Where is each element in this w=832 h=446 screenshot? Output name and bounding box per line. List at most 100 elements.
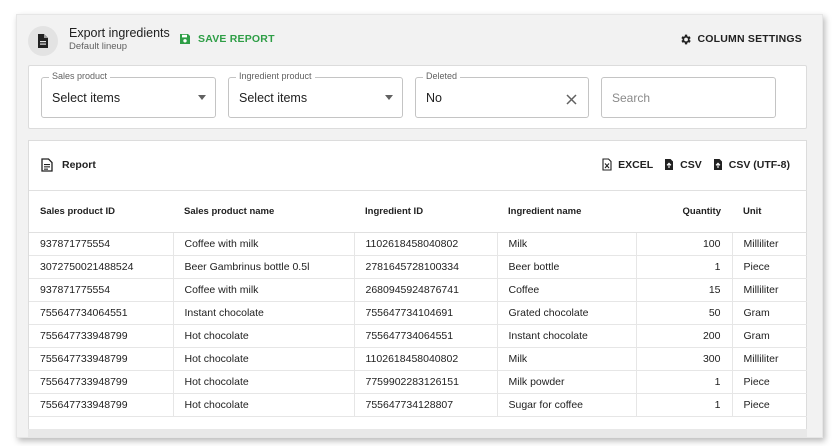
excel-file-icon [602,158,612,171]
table-cell: 755647734064551 [29,301,174,325]
table-cell: 2781645728100334 [354,255,498,279]
report-title: Report [62,159,96,171]
table-cell: Milliliter [732,347,807,371]
table-row: 755647733948799 Hot chocolate 7556477340… [29,324,807,348]
table-cell: 15 [636,278,733,302]
report-heading: Report [41,158,96,172]
table-cell: Instant chocolate [173,301,355,325]
filter-bar: Sales product Select items Ingredient pr… [28,65,807,129]
table-cell: 755647734128807 [354,393,498,417]
table-row: 937871775554 Coffee with milk 1102618458… [29,232,807,256]
table-cell: Piece [732,393,807,417]
table-cell: Milliliter [732,278,807,302]
column-settings-button[interactable]: COLUMN SETTINGS [679,31,803,47]
table-row: 755647733948799 Hot chocolate 7556477341… [29,393,807,417]
page-subtitle: Default lineup [69,41,128,52]
file-export-icon [665,159,674,170]
deleted-select[interactable]: Deleted No [415,71,589,118]
table-cell: Hot chocolate [173,324,355,348]
sales-product-select[interactable]: Sales product Select items [41,71,216,118]
table-row: 937871775554 Coffee with milk 2680945924… [29,278,807,302]
table-cell: 755647733948799 [29,347,174,371]
table-cell: Gram [732,301,807,325]
table-cell: Beer bottle [497,255,637,279]
dropdown-arrow-icon [198,95,206,100]
column-header[interactable]: Ingredient ID [354,190,497,233]
document-icon [28,26,58,56]
page-header: Export ingredients Default lineup SAVE R… [17,15,822,65]
column-header[interactable]: Ingredient name [497,190,636,233]
table-cell: 1102618458040802 [354,232,498,256]
page-title: Export ingredients [69,26,170,40]
table-cell: 7759902283126151 [354,370,498,394]
csv-label: CSV [680,158,702,171]
table-cell: Hot chocolate [173,370,355,394]
table-row: 755647733948799 Hot chocolate 1102618458… [29,347,807,371]
table-cell: Piece [732,370,807,394]
column-header[interactable]: Quantity [636,190,732,233]
deleted-value: No [426,91,442,105]
table-cell: 1 [636,255,733,279]
save-report-button[interactable]: SAVE REPORT [179,31,275,47]
csv-utf8-label: CSV (UTF-8) [728,158,790,171]
ingredient-product-label: Ingredient product [236,71,315,81]
dropdown-arrow-icon [385,95,393,100]
export-excel-button[interactable]: EXCEL [602,158,653,171]
table-cell: Hot chocolate [173,393,355,417]
table-cell: Coffee [497,278,637,302]
table-cell: Hot chocolate [173,347,355,371]
table-cell: 755647734104691 [354,301,498,325]
column-header[interactable]: Sales product name [173,190,354,233]
column-header[interactable]: Unit [732,190,807,233]
table-cell: Sugar for coffee [497,393,637,417]
sales-product-label: Sales product [49,71,111,81]
file-export-icon [713,159,722,170]
search-input[interactable] [612,89,762,107]
table-cell: 2680945924876741 [354,278,498,302]
export-csv-utf8-button[interactable]: CSV (UTF-8) [713,158,790,171]
table-cell: Milk [497,347,637,371]
table-cell: 937871775554 [29,232,174,256]
table-cell: 1 [636,393,733,417]
column-header[interactable]: Sales product ID [29,190,173,233]
table-cell: 3072750021488524 [29,255,174,279]
table-cell: 50 [636,301,733,325]
table-cell: 937871775554 [29,278,174,302]
table-cell: 100 [636,232,733,256]
sales-product-value: Select items [52,91,121,105]
report-icon [41,158,53,172]
excel-label: EXCEL [618,158,654,171]
ingredient-product-select[interactable]: Ingredient product Select items [228,71,403,118]
save-report-label: SAVE REPORT [198,33,275,45]
table-row: 755647734064551 Instant chocolate 755647… [29,301,807,325]
export-csv-button[interactable]: CSV [664,158,702,171]
column-settings-label: COLUMN SETTINGS [697,33,802,45]
report-card: Report EXCEL CSV CSV (UTF-8) Sales produ… [28,140,807,437]
table-cell: 200 [636,324,733,348]
horizontal-scrollbar[interactable] [28,429,807,437]
table-cell: Milliliter [732,232,807,256]
table-cell: Milk [497,232,637,256]
table-cell: Instant chocolate [497,324,637,348]
save-icon [180,34,190,44]
table-cell: Beer Gambrinus bottle 0.5l [173,255,355,279]
export-toolbar: EXCEL CSV CSV (UTF-8) [591,158,790,171]
app-window: Export ingredients Default lineup SAVE R… [16,14,823,438]
table-cell: 755647733948799 [29,324,174,348]
table-cell: Milk powder [497,370,637,394]
table-row: 3072750021488524 Beer Gambrinus bottle 0… [29,255,807,279]
table-cell: 755647733948799 [29,393,174,417]
table-header-row: Sales product ID Sales product name Ingr… [29,190,807,233]
table-cell: 300 [636,347,733,371]
table-cell: 755647734064551 [354,324,498,348]
table-cell: 755647733948799 [29,370,174,394]
report-table: Sales product ID Sales product name Ingr… [29,190,807,417]
clear-icon[interactable] [566,92,577,110]
search-field[interactable] [601,77,776,118]
table-cell: Coffee with milk [173,232,355,256]
table-cell: Grated chocolate [497,301,637,325]
table-cell: 1 [636,370,733,394]
table-body: 937871775554 Coffee with milk 1102618458… [29,232,807,417]
deleted-label: Deleted [423,71,461,81]
table-row: 755647733948799 Hot chocolate 7759902283… [29,370,807,394]
